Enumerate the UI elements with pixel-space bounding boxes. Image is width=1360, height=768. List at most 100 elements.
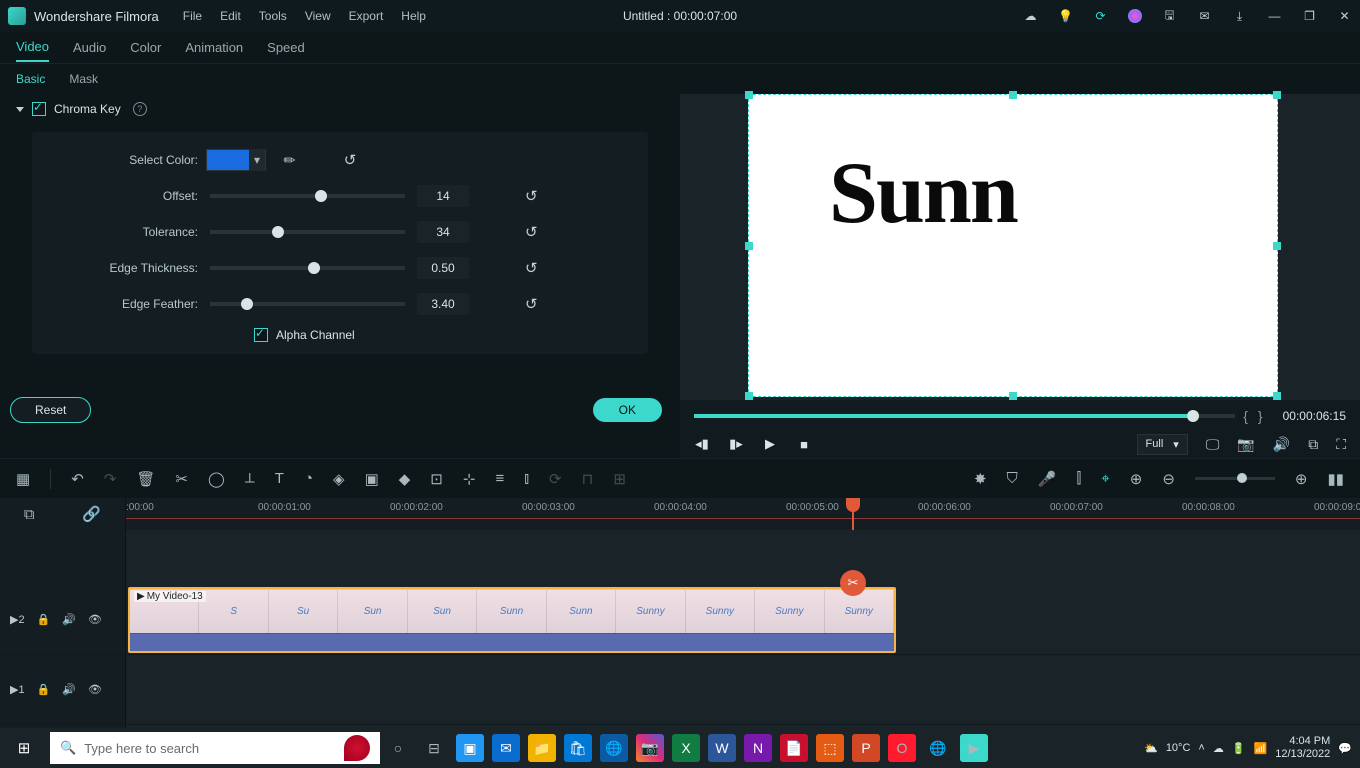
tab-audio[interactable]: Audio [73,34,106,61]
mark-out-icon[interactable]: } [1256,408,1265,424]
task-onenote-icon[interactable]: N [744,734,772,762]
fit-icon[interactable]: ▮▮ [1327,470,1344,488]
reset-button[interactable]: Reset [10,397,91,423]
task-view-icon[interactable]: ⊟ [420,734,448,762]
handle-br[interactable] [1273,392,1281,400]
handle-t[interactable] [1009,91,1017,99]
eyedropper-icon[interactable]: ✎ [280,150,300,170]
alpha-channel-checkbox[interactable] [254,328,268,342]
text-icon[interactable]: T [275,470,284,487]
revert-edge-thickness-icon[interactable]: ↺ [525,259,538,277]
video-canvas[interactable]: Sunn [748,94,1278,397]
ruler[interactable]: ✂ :00:0000:00:01:0000:00:02:0000:00:03:0… [126,498,1360,530]
handle-tr[interactable] [1273,91,1281,99]
track-v2-icon[interactable]: ▶2 [10,613,25,626]
fullscreen-icon[interactable]: ⛶ [1336,436,1346,453]
motion-icon[interactable]: ⊹ [463,470,476,488]
layout-icon[interactable]: ▦ [16,470,30,488]
menu-tools[interactable]: Tools [259,9,287,23]
task-app2-icon[interactable]: ⬚ [816,734,844,762]
edge-feather-slider[interactable] [210,302,405,306]
step-forward-icon[interactable]: ▮▸ [728,436,744,452]
task-chrome-icon[interactable]: 🌐 [924,734,952,762]
close-icon[interactable]: ✕ [1337,9,1352,24]
task-word-icon[interactable]: W [708,734,736,762]
mail-icon[interactable]: ✉ [1197,9,1212,24]
weather-temp[interactable]: 10°C [1166,742,1191,754]
minimize-icon[interactable]: — [1267,9,1282,24]
playhead-handle-icon[interactable] [846,498,860,512]
track-v1-icon[interactable]: ▶1 [10,683,25,696]
menu-help[interactable]: Help [401,9,426,23]
green-screen-icon[interactable]: ▣ [365,470,379,488]
scissor-badge-icon[interactable]: ✂ [840,570,866,596]
task-powerpoint-icon[interactable]: P [852,734,880,762]
zoom-out-icon[interactable]: ⊖ [1162,470,1175,488]
subtab-mask[interactable]: Mask [69,72,98,86]
color-tool-icon[interactable]: ◈ [333,470,345,488]
subtab-basic[interactable]: Basic [16,72,45,86]
link-icon[interactable]: 🔗 [82,505,101,523]
chevron-down-icon[interactable]: ▾ [249,149,265,171]
canvas-area[interactable]: Sunn [680,94,1360,400]
detect-icon[interactable]: ⊡ [430,470,443,488]
monitor-icon[interactable]: 🖵 [1206,436,1220,453]
tolerance-value[interactable]: 34 [417,221,469,243]
edge-feather-value[interactable]: 3.40 [417,293,469,315]
start-button[interactable]: ⊞ [0,728,48,768]
chroma-enable-checkbox[interactable] [32,102,46,116]
undo-icon[interactable]: ↶ [71,470,84,488]
task-cortana-icon[interactable]: ○ [384,734,412,762]
revert-tolerance-icon[interactable]: ↺ [525,223,538,241]
track-v2-mute-icon[interactable]: 🔊 [62,613,76,626]
taskbar-search[interactable]: 🔍 Type here to search [50,732,380,764]
tab-animation[interactable]: Animation [185,34,243,61]
track-v2-body[interactable]: ▶ My Video-13 SSu SunSunSunn SunnSunnySu… [126,585,1360,654]
tray-wifi-icon[interactable]: 📶 [1254,742,1268,755]
task-opera-icon[interactable]: O [888,734,916,762]
crop-icon[interactable]: ⟂ [245,470,255,487]
help-icon[interactable]: ? [133,102,147,116]
save-icon[interactable]: 🖫 [1162,9,1177,24]
pip-icon[interactable]: ⧉ [1308,436,1318,453]
handle-b[interactable] [1009,392,1017,400]
speed-icon[interactable]: ◔ [304,470,313,487]
cloud-icon[interactable]: ☁ [1023,9,1038,24]
refresh-icon[interactable]: ⟳ [1093,9,1108,24]
record-icon[interactable]: ⊞ [613,470,626,488]
mark-in-icon[interactable]: { [1241,408,1250,424]
menu-edit[interactable]: Edit [220,9,241,23]
magnet-icon[interactable]: ⌖ [1101,470,1109,487]
tab-video[interactable]: Video [16,33,49,62]
handle-tl[interactable] [745,91,753,99]
redo-icon[interactable]: ↷ [104,470,117,488]
task-store-icon[interactable]: 🛍 [564,734,592,762]
tolerance-slider[interactable] [210,230,405,234]
menu-export[interactable]: Export [349,9,384,23]
offset-value[interactable]: 14 [417,185,469,207]
tab-color[interactable]: Color [130,34,161,61]
zoom-slider[interactable] [1195,477,1275,480]
weather-icon[interactable]: ⛅ [1144,742,1158,755]
marker-icon[interactable]: ◯ [208,470,225,488]
playhead[interactable]: ✂ [852,498,854,530]
play-icon[interactable]: ▶ [762,436,778,452]
task-mail-icon[interactable]: ✉ [492,734,520,762]
preview-quality-select[interactable]: Full▾ [1137,434,1188,455]
download-icon[interactable]: ⤓ [1232,9,1247,24]
task-excel-icon[interactable]: X [672,734,700,762]
chroma-key-header[interactable]: Chroma Key ? [0,94,680,124]
audio-tool-icon[interactable]: ⫾ [524,470,529,487]
handle-l[interactable] [745,242,753,250]
task-app1-icon[interactable]: ▣ [456,734,484,762]
track-v1-body[interactable] [126,655,1360,724]
add-marker-icon[interactable]: ⊕ [1130,470,1143,488]
bulb-icon[interactable]: 💡 [1058,9,1073,24]
task-filmora-icon[interactable]: ▶ [960,734,988,762]
handle-bl[interactable] [745,392,753,400]
task-edge-icon[interactable]: 🌐 [600,734,628,762]
track-v2-eye-icon[interactable]: 👁 [88,613,102,626]
track-v1-mute-icon[interactable]: 🔊 [62,683,76,696]
track-control-icon[interactable]: ✸ [974,470,987,488]
render-icon[interactable]: ⟳ [549,470,562,488]
